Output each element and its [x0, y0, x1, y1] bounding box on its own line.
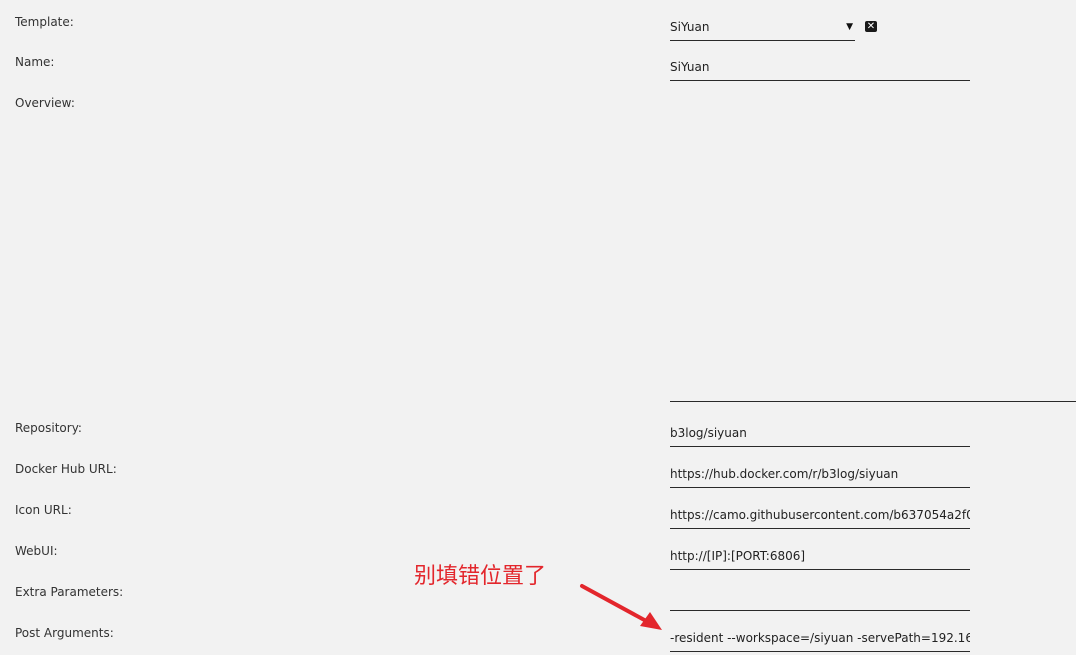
post-arguments-input[interactable]: -resident --workspace=/siyuan -servePath…	[670, 625, 970, 652]
annotation-text: 别填错位置了	[414, 564, 547, 589]
icon-url-input[interactable]: https://camo.githubusercontent.com/b6370…	[670, 502, 970, 529]
extra-parameters-label: Extra Parameters:	[15, 585, 124, 599]
template-select[interactable]: SiYuan ▼	[670, 14, 855, 41]
template-form: Template: SiYuan ▼ ✕ Name: SiYuan Overvi…	[0, 0, 1076, 655]
overview-textarea[interactable]	[670, 90, 1076, 402]
template-label: Template:	[15, 15, 74, 29]
webui-label: WebUI:	[15, 544, 58, 558]
template-select-value: SiYuan	[670, 20, 710, 34]
icon-url-label: Icon URL:	[15, 503, 72, 517]
extra-parameters-input[interactable]	[670, 584, 970, 611]
webui-input[interactable]: http://[IP]:[PORT:6806]	[670, 543, 970, 570]
close-icon: ✕	[866, 21, 876, 32]
post-arguments-label: Post Arguments:	[15, 626, 114, 640]
docker-hub-url-input[interactable]: https://hub.docker.com/r/b3log/siyuan	[670, 461, 970, 488]
clear-template-button[interactable]: ✕	[865, 21, 877, 32]
overview-label: Overview:	[15, 96, 75, 110]
caret-down-icon: ▼	[846, 22, 853, 32]
red-arrow-icon	[580, 584, 662, 630]
name-label: Name:	[15, 55, 55, 69]
repository-label: Repository:	[15, 421, 82, 435]
name-input[interactable]: SiYuan	[670, 54, 970, 81]
docker-hub-url-label: Docker Hub URL:	[15, 462, 117, 476]
repository-input[interactable]: b3log/siyuan	[670, 420, 970, 447]
